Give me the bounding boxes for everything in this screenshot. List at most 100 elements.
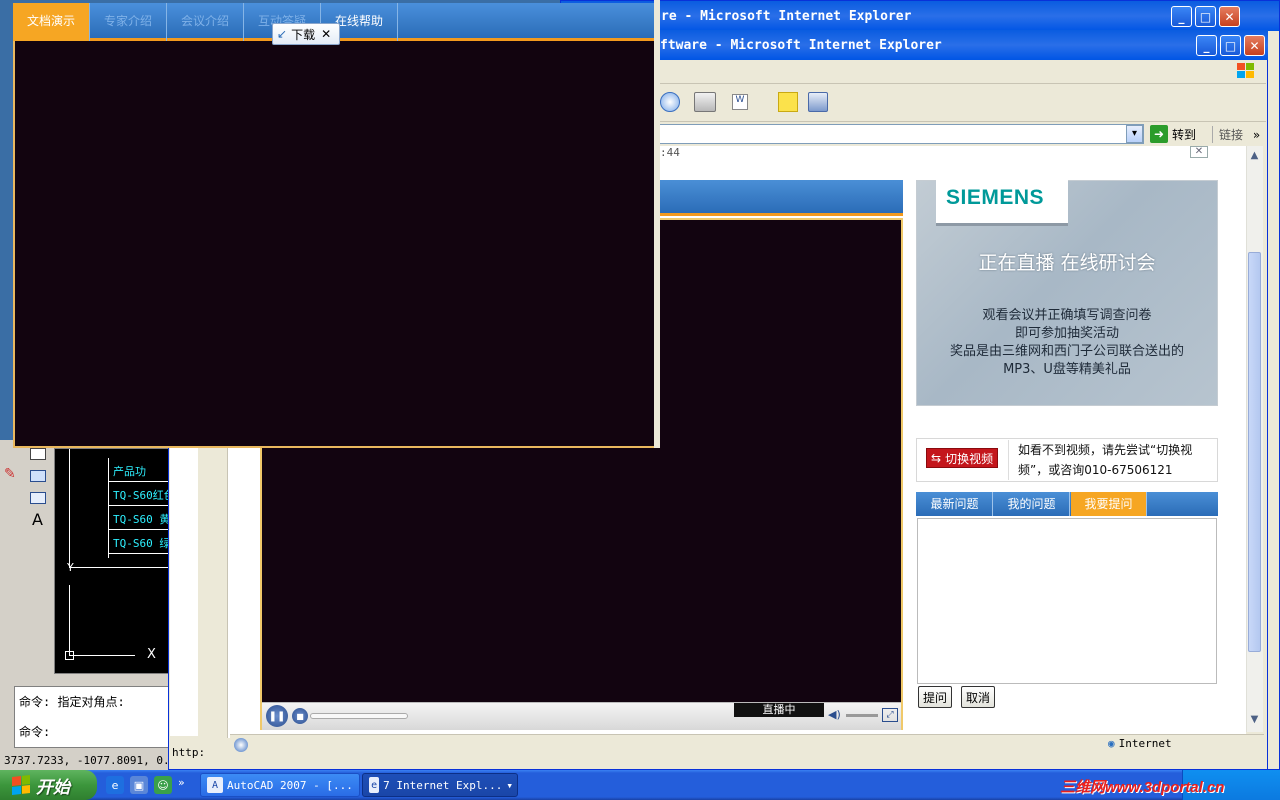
quicklaunch-more-icon[interactable]: » xyxy=(178,776,185,794)
tab-expert-intro[interactable]: 专家介绍 xyxy=(90,3,167,41)
maximize-button[interactable]: □ xyxy=(1220,35,1241,56)
table-row: 产品功 xyxy=(109,458,174,482)
help-line: 频”，或咨询010-67506121 xyxy=(1018,463,1173,477)
tab-my-questions[interactable]: 我的问题 xyxy=(994,492,1070,516)
fullscreen-icon[interactable]: ⤢ xyxy=(882,708,898,722)
messenger-quicklaunch-icon[interactable]: ☺ xyxy=(154,776,172,794)
task-autocad[interactable]: A AutoCAD 2007 - [... xyxy=(200,773,360,797)
banner-line: 即可参加抽奖活动 xyxy=(1014,326,1119,341)
banner-title: 正在直播 在线研讨会 xyxy=(978,252,1156,274)
question-input[interactable] xyxy=(917,518,1217,684)
help-line: 如看不到视频，请先尝试“切换视 xyxy=(1018,443,1193,457)
switch-icon: ⇆ xyxy=(931,451,942,465)
toolbar-grid-icon[interactable] xyxy=(30,492,46,504)
site-watermark: 三维网www.3dportal.cn xyxy=(1060,779,1225,796)
tab-latest-questions[interactable]: 最新问题 xyxy=(917,492,993,516)
ucs-x-label: X xyxy=(147,647,156,662)
pause-button[interactable]: ❚❚ xyxy=(266,705,288,727)
minimize-button[interactable]: _ xyxy=(1171,6,1192,27)
tab-meeting-intro[interactable]: 会议介绍 xyxy=(167,3,244,41)
table-row: TQ-S60 黄琼 xyxy=(109,506,174,530)
task-group-dropdown-icon[interactable]: ▾ xyxy=(506,779,517,792)
overlay-edge xyxy=(654,0,660,448)
close-icon[interactable]: ✕ xyxy=(321,27,331,41)
autocad-table: 产品功 TQ-S60红色 TQ-S60 黄琼 TQ-S60 绿 xyxy=(108,458,174,558)
windows-logo-icon xyxy=(1236,62,1256,80)
table-row: TQ-S60 绿 xyxy=(109,530,174,554)
links-text: 链接 xyxy=(1219,128,1244,142)
page-status-icon xyxy=(234,738,248,752)
scroll-up-icon[interactable]: ▲ xyxy=(1247,150,1262,165)
volume-icon[interactable]: ◀) xyxy=(828,708,841,721)
ucs-y-label: Y xyxy=(67,561,74,574)
download-tooltip[interactable]: ↙ 下载 ✕ xyxy=(272,23,340,45)
command-prompt[interactable]: 命令: xyxy=(19,723,169,753)
left-frame xyxy=(198,448,228,738)
task-label: 7 Internet Expl... xyxy=(383,778,503,792)
messenger-icon[interactable] xyxy=(808,92,828,112)
autocad-coordinates: 3737.7233, -1077.8091, 0.00 xyxy=(0,750,175,770)
close-button[interactable]: ✕ xyxy=(1219,6,1240,27)
desktop-quicklaunch-icon[interactable]: ▣ xyxy=(130,776,148,794)
stop-button[interactable]: ■ xyxy=(292,708,308,724)
go-arrow-icon: ➜ xyxy=(1150,125,1168,143)
ie-quicklaunch-icon[interactable]: e xyxy=(106,776,124,794)
background-window-controls: _ □ ✕ xyxy=(1171,6,1240,27)
banner-line: 观看会议并正确填写调查问卷 xyxy=(982,308,1152,323)
background-status-bar: http: xyxy=(170,742,230,764)
links-more-icon[interactable]: » xyxy=(1253,128,1260,142)
presentation-overlay[interactable] xyxy=(13,3,659,448)
links-label[interactable]: 链接 » xyxy=(1212,126,1260,143)
discuss-icon[interactable] xyxy=(778,92,798,112)
close-button[interactable]: ✕ xyxy=(1244,35,1265,56)
banner-line: 奖品是由三维网和西门子公司联合送出的 xyxy=(949,344,1184,359)
mail-icon[interactable] xyxy=(660,92,680,112)
toolbar-table-icon[interactable] xyxy=(30,448,46,460)
command-history-line: 命令: 指定对角点: xyxy=(19,695,125,709)
left-frame-inner xyxy=(228,448,260,738)
banner-body: 观看会议并正确填写调查问卷 即可参加抽奖活动 奖品是由三维网和西门子公司联合送出… xyxy=(916,307,1218,379)
start-button[interactable]: 开始 xyxy=(0,770,97,800)
toolbar-insert-icon[interactable] xyxy=(30,470,46,482)
print-icon[interactable] xyxy=(694,92,716,112)
live-status-badge: 直播中 xyxy=(734,703,824,717)
autocad-left-tool-icon[interactable]: ✎ xyxy=(4,466,22,484)
ucs-x-axis xyxy=(69,655,135,656)
download-arrow-icon: ↙ xyxy=(277,27,288,41)
ask-button[interactable]: 提问 xyxy=(918,686,953,708)
ie-window-controls: _ □ ✕ xyxy=(1196,35,1265,56)
autocad-command-line[interactable]: 命令: 指定对角点: 命令: xyxy=(14,686,174,748)
text-tool-icon[interactable]: A xyxy=(32,510,43,529)
address-dropdown-icon[interactable]: ▾ xyxy=(1126,125,1143,143)
task-internet-explorer[interactable]: e 7 Internet Expl... ▾ xyxy=(362,773,518,797)
ie-icon: e xyxy=(369,777,380,793)
table-row: TQ-S60红色 xyxy=(109,482,174,506)
autocad-toolbar: A xyxy=(26,440,50,540)
go-button[interactable]: ➜ 转到 xyxy=(1150,124,1196,144)
cancel-button[interactable]: 取消 xyxy=(961,686,996,708)
download-label: 下载 xyxy=(291,27,316,42)
drawing-line xyxy=(69,567,175,568)
switch-video-button[interactable]: ⇆ 切换视频 xyxy=(926,448,998,468)
scroll-down-icon[interactable]: ▼ xyxy=(1247,714,1262,729)
tab-document-demo[interactable]: 文档演示 xyxy=(13,3,90,41)
volume-slider[interactable] xyxy=(846,714,878,717)
ucs-y-axis xyxy=(69,585,70,655)
minimize-button[interactable]: _ xyxy=(1196,35,1217,56)
switch-video-label: 切换视频 xyxy=(945,451,994,466)
windows-flag-icon xyxy=(12,775,30,795)
scrollbar-thumb[interactable] xyxy=(1248,252,1261,652)
start-label: 开始 xyxy=(36,777,70,798)
maximize-button[interactable]: □ xyxy=(1195,6,1216,27)
tab-ask-question[interactable]: 我要提问 xyxy=(1071,492,1147,516)
globe-icon: ◉ xyxy=(1108,737,1115,750)
banner-line: MP3、U盘等精美礼品 xyxy=(1003,362,1131,377)
seek-bar[interactable] xyxy=(310,713,408,719)
edit-icon[interactable]: W xyxy=(732,94,748,110)
zone-label: Internet xyxy=(1118,737,1172,750)
quick-launch: e ▣ ☺ » xyxy=(106,776,185,794)
page-timestamp: :44 xyxy=(660,146,680,159)
autocad-icon: A xyxy=(207,777,223,793)
page-close-icon[interactable]: ✕ xyxy=(1190,146,1208,158)
drawing-line xyxy=(69,449,70,567)
